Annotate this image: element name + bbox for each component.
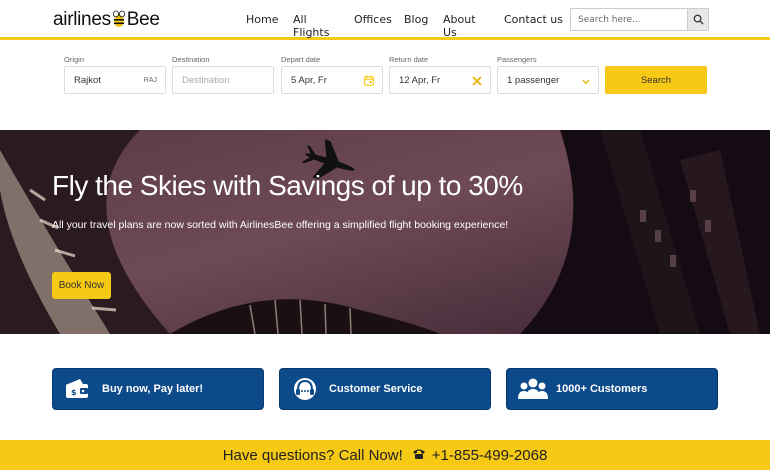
origin-code: RAJ: [143, 76, 157, 84]
origin-label: Origin: [64, 55, 85, 64]
return-date-field[interactable]: 12 Apr, Fr: [389, 66, 491, 94]
book-now-button[interactable]: Book Now: [52, 272, 111, 299]
users-icon: [517, 375, 549, 406]
headset-icon: [290, 375, 320, 406]
hero-banner: [0, 130, 770, 334]
feature-card-customer-service[interactable]: Customer Service: [279, 368, 491, 410]
nav-all-flights[interactable]: All Flights: [293, 13, 329, 39]
bee-icon: [112, 10, 126, 28]
nav-home[interactable]: Home: [246, 13, 278, 26]
clear-icon[interactable]: [472, 76, 482, 89]
nav-about-us[interactable]: About Us: [443, 13, 476, 39]
passengers-select[interactable]: 1 passenger: [497, 66, 599, 94]
phone-icon: [412, 447, 426, 464]
destination-field[interactable]: Destination: [172, 66, 274, 94]
feature-card-customers[interactable]: 1000+ Customers: [506, 368, 718, 410]
calendar-icon[interactable]: [364, 75, 374, 89]
site-search: [570, 8, 709, 31]
search-input[interactable]: [571, 9, 687, 30]
logo[interactable]: airlines Bee: [53, 8, 160, 32]
return-date-label: Return date: [389, 55, 429, 64]
call-bar: Have questions? Call Now! +1-855-499-206…: [0, 440, 770, 470]
origin-field[interactable]: Rajkot RAJ: [64, 66, 166, 94]
chevron-down-icon: [582, 77, 590, 88]
nav-contact-us[interactable]: Contact us: [504, 13, 563, 26]
call-question: Have questions? Call Now!: [222, 446, 403, 464]
destination-placeholder: Destination: [182, 74, 230, 86]
flight-search-button[interactable]: Search: [605, 66, 707, 94]
feature-label: Buy now, Pay later!: [102, 383, 204, 395]
origin-value: Rajkot: [74, 74, 101, 86]
depart-date-field[interactable]: 5 Apr, Fr: [281, 66, 383, 94]
wallet-icon: $: [63, 375, 91, 406]
passengers-value: 1 passenger: [507, 74, 560, 86]
logo-text-bee: Bee: [126, 9, 160, 30]
search-button[interactable]: [687, 9, 708, 30]
return-date-value: 12 Apr, Fr: [399, 74, 441, 86]
depart-date-value: 5 Apr, Fr: [291, 74, 327, 86]
hero-title: Fly the Skies with Savings of up to 30%: [52, 170, 523, 201]
feature-card-buy-now[interactable]: $ Buy now, Pay later!: [52, 368, 264, 410]
hero-subtitle: All your travel plans are now sorted wit…: [52, 219, 509, 231]
hero-background-image: [0, 130, 770, 334]
svg-text:$: $: [71, 388, 77, 397]
nav-offices[interactable]: Offices: [354, 13, 392, 26]
passengers-label: Passengers: [497, 55, 537, 64]
search-icon: [693, 14, 704, 25]
nav-blog[interactable]: Blog: [404, 13, 428, 26]
logo-text-airlines: airlines: [53, 9, 111, 30]
feature-label: Customer Service: [329, 383, 423, 395]
destination-label: Destination: [172, 55, 210, 64]
site-header: airlines Bee Home All Flights Offices Bl…: [0, 0, 770, 40]
phone-number-link[interactable]: +1-855-499-2068: [432, 447, 548, 464]
feature-label: 1000+ Customers: [556, 383, 648, 395]
depart-date-label: Depart date: [281, 55, 321, 64]
